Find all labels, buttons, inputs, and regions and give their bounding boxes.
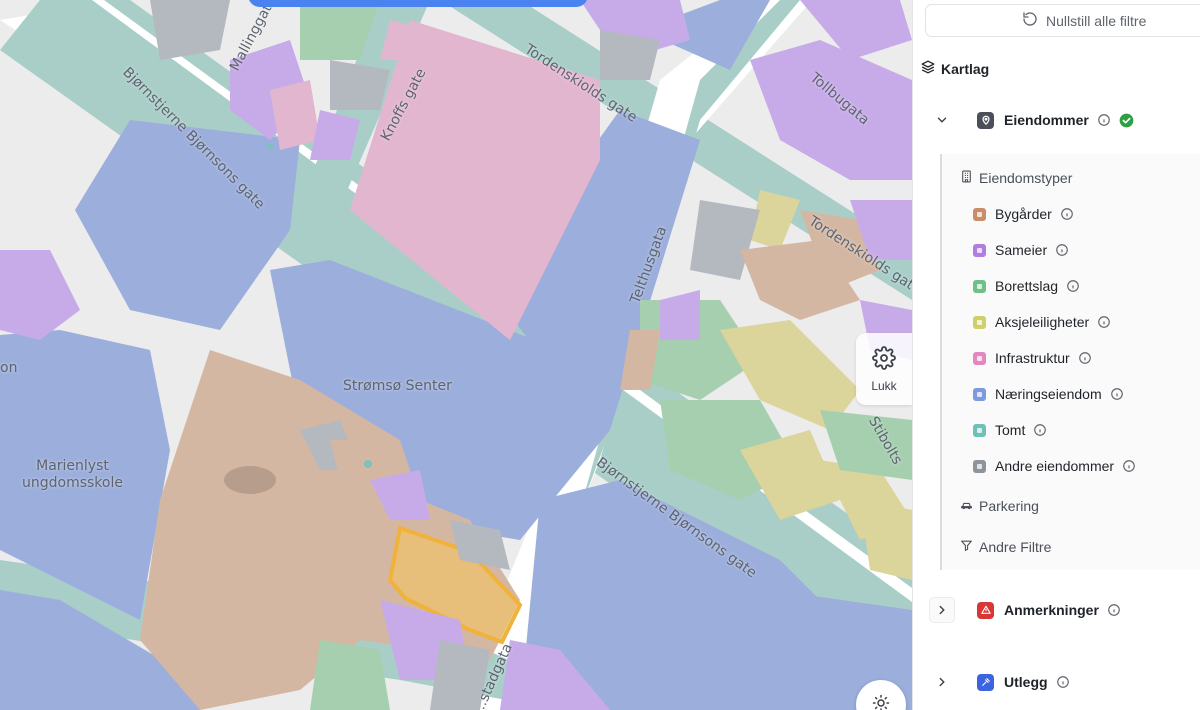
property-type-label: Næringseiendom (995, 386, 1102, 402)
property-type-bygarder[interactable]: Bygårder (973, 206, 1074, 222)
parking-filter[interactable]: Parkering (960, 498, 1039, 514)
layer-row-anmerkninger[interactable]: Anmerkninger (929, 597, 1121, 623)
property-type-sameier[interactable]: Sameier (973, 242, 1069, 258)
sun-icon (872, 694, 890, 710)
gavel-icon (977, 673, 994, 691)
settings-button[interactable]: Lukk (856, 333, 912, 405)
search-bar[interactable] (248, 0, 588, 7)
property-type-label: Aksjeleiligheter (995, 314, 1090, 330)
map-canvas[interactable] (0, 0, 912, 710)
parking-label: Parkering (979, 498, 1039, 514)
property-type-naeringseiendom[interactable]: Næringseiendom (973, 386, 1124, 402)
property-type-tomt[interactable]: Tomt (973, 422, 1047, 438)
info-icon[interactable] (1056, 675, 1070, 689)
layers-icon (921, 60, 935, 77)
property-type-label: Borettslag (995, 278, 1059, 294)
property-types-heading[interactable]: Eiendomstyper (960, 170, 1072, 186)
layer-label-utlegg: Utlegg (1004, 674, 1048, 690)
property-type-label: Tomt (995, 422, 1026, 438)
layer-label-anmerkninger: Anmerkninger (1004, 602, 1099, 618)
place-label-edge: on (0, 360, 18, 376)
property-type-infrastruktur[interactable]: Infrastruktur (973, 350, 1092, 366)
filter-icon (960, 539, 973, 555)
layers-section-header: Kartlag (921, 60, 989, 77)
info-icon[interactable] (1078, 351, 1092, 365)
sameier-swatch-icon (973, 243, 986, 257)
info-icon[interactable] (1110, 387, 1124, 401)
property-types-heading-label: Eiendomstyper (979, 170, 1073, 186)
infrastruktur-swatch-icon (973, 351, 986, 365)
info-icon[interactable] (1097, 113, 1111, 127)
gear-icon (872, 345, 896, 375)
property-type-label: Andre eiendommer (995, 458, 1115, 474)
map-view[interactable]: Bjørnstjerne Bjørnsons gate Bjørnstjerne… (0, 0, 912, 710)
aksjeleiligheter-swatch-icon (973, 315, 986, 329)
property-types-group: Eiendomstyper Bygårder Sameier Borettsla… (940, 154, 1200, 570)
info-icon[interactable] (1033, 423, 1047, 437)
property-type-label: Sameier (995, 242, 1048, 258)
borettslag-swatch-icon (973, 279, 986, 293)
property-type-label: Bygårder (995, 206, 1052, 222)
property-type-label: Infrastruktur (995, 350, 1070, 366)
info-icon[interactable] (1107, 603, 1121, 617)
tomt-swatch-icon (973, 423, 986, 437)
naeringseiendom-swatch-icon (973, 387, 986, 401)
info-icon[interactable] (1122, 459, 1136, 473)
info-icon[interactable] (1060, 207, 1074, 221)
reset-icon (1022, 11, 1038, 30)
layer-row-utlegg[interactable]: Utlegg (929, 669, 1070, 695)
layer-row-eiendommer[interactable]: Eiendommer (929, 107, 1134, 133)
place-label-marienlyst: Marienlyst ungdomsskole (22, 458, 123, 491)
chevron-right-icon[interactable] (929, 597, 955, 623)
property-type-borettslag[interactable]: Borettslag (973, 278, 1080, 294)
bygarder-swatch-icon (973, 207, 986, 221)
check-circle-icon (1119, 113, 1134, 128)
property-type-aksjeleiligheter[interactable]: Aksjeleiligheter (973, 314, 1111, 330)
reset-filters-label: Nullstill alle filtre (1046, 12, 1147, 29)
info-icon[interactable] (1055, 243, 1069, 257)
chevron-right-icon[interactable] (929, 669, 955, 695)
chevron-down-icon[interactable] (929, 107, 955, 133)
reset-filters-button[interactable]: Nullstill alle filtre (925, 4, 1200, 37)
layer-panel: Nullstill alle filtre Kartlag Eiendommer (912, 0, 1200, 710)
info-icon[interactable] (1097, 315, 1111, 329)
other-filters-label: Andre Filtre (979, 539, 1052, 555)
warning-triangle-icon (977, 601, 994, 619)
layer-label-eiendommer: Eiendommer (1004, 112, 1089, 128)
info-icon[interactable] (1066, 279, 1080, 293)
property-type-andre[interactable]: Andre eiendommer (973, 458, 1136, 474)
building-icon (960, 170, 973, 186)
place-label-stromso-senter: Strømsø Senter (343, 378, 452, 394)
andre-swatch-icon (973, 459, 986, 473)
car-icon (960, 498, 973, 514)
settings-button-label: Lukk (871, 378, 897, 393)
layers-section-title: Kartlag (941, 60, 990, 77)
other-filters[interactable]: Andre Filtre (960, 539, 1051, 555)
location-pin-icon (977, 111, 994, 129)
